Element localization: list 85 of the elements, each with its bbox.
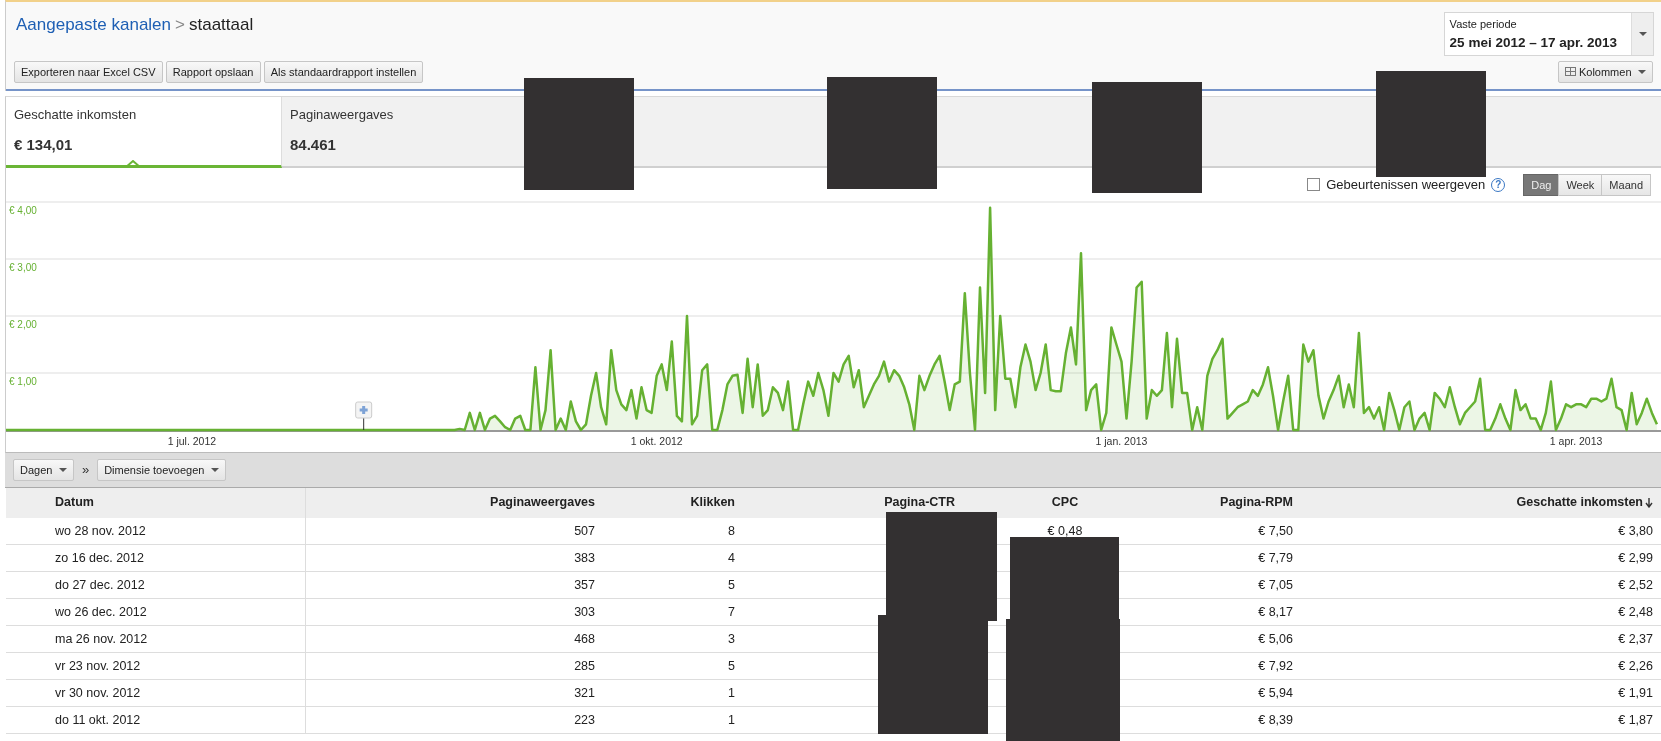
table-cell: 507: [305, 517, 605, 545]
table-cell: € 7,79: [1125, 544, 1303, 572]
column-header[interactable]: Klikken: [605, 487, 745, 518]
x-tick-label: 1 jan. 2013: [1095, 434, 1148, 447]
columns-button[interactable]: Kolommen: [1557, 60, 1653, 83]
metric-tab[interactable]: Geschatte inkomsten € 134,01: [6, 96, 282, 168]
table-cell: € 7,05: [1125, 571, 1303, 599]
table-cell: 5: [605, 571, 745, 599]
caret-icon: [1638, 31, 1647, 36]
table-cell: 285: [305, 652, 605, 680]
date-range-picker[interactable]: Vaste periode 25 mei 2012 – 17 apr. 2013: [1443, 12, 1654, 56]
y-tick-label: € 2,00: [9, 318, 37, 330]
table-cell: € 2,37: [1303, 625, 1661, 653]
action-button[interactable]: Als standaardrapport instellen: [263, 60, 424, 83]
table-cell: € 1,87: [1303, 706, 1661, 734]
checkbox-label: Gebeurtenissen weergeven: [1326, 176, 1486, 194]
table-cell: € 7,92: [1125, 652, 1303, 680]
table-cell: € 1,91: [1303, 679, 1661, 707]
column-header[interactable]: CPC: [1005, 487, 1125, 518]
table-cell: 7: [605, 598, 745, 626]
table-cell: € 2,26: [1303, 652, 1661, 680]
granularity-button[interactable]: Dag: [1523, 173, 1560, 196]
table-cell: € 2,48: [1303, 598, 1661, 626]
action-button[interactable]: Rapport opslaan: [165, 60, 261, 83]
caret-icon: [1638, 69, 1646, 74]
granularity-button[interactable]: Maand: [1601, 173, 1651, 196]
checkbox[interactable]: [1307, 178, 1321, 192]
caret-icon: [210, 467, 219, 472]
table-cell: € 5,94: [1125, 679, 1303, 707]
breadcrumb-separator: >: [175, 14, 185, 36]
table-cell: 223: [305, 706, 605, 734]
column-header[interactable]: Datum: [6, 487, 305, 518]
table-cell: wo 26 dec. 2012: [6, 598, 305, 626]
table-cell: 8: [605, 517, 745, 545]
granularity-button[interactable]: Week: [1558, 173, 1603, 196]
pointer-icon: [126, 159, 140, 168]
metric-value: 84.461: [290, 135, 337, 156]
table-cell: 1: [605, 679, 745, 707]
table-cell: do 27 dec. 2012: [6, 571, 305, 599]
table-cell: do 11 okt. 2012: [6, 706, 305, 734]
table-cell: wo 28 nov. 2012: [6, 517, 305, 545]
table-cell: 4: [605, 544, 745, 572]
table-cell: 5: [605, 652, 745, 680]
metric-label: Paginaweergaves: [290, 105, 395, 124]
metric-tab[interactable]: Paginaweergaves 84.461: [282, 96, 524, 166]
table-cell: 303: [305, 598, 605, 626]
table-cell: vr 23 nov. 2012: [6, 652, 305, 680]
table-cell: zo 16 dec. 2012: [6, 544, 305, 572]
table-cell: 3: [605, 625, 745, 653]
table-cell: € 3,80: [1303, 517, 1661, 545]
page-title: staattaal: [188, 14, 254, 36]
table-cell: € 5,06: [1125, 625, 1303, 653]
table-icon: [1564, 67, 1576, 77]
column-header[interactable]: Paginaweergaves: [305, 487, 605, 518]
date-range: 25 mei 2012 – 17 apr. 2013: [1449, 33, 1617, 52]
table-cell: € 8,17: [1125, 598, 1303, 626]
metric-value: € 134,01: [14, 135, 74, 156]
y-tick-label: € 4,00: [9, 204, 37, 216]
table-cell: € 2,52: [1303, 571, 1661, 599]
x-tick-label: 1 apr. 2013: [1549, 434, 1603, 447]
x-tick-label: 1 okt. 2012: [630, 434, 683, 447]
table-cell: 357: [305, 571, 605, 599]
add-annotation-button[interactable]: [355, 401, 373, 431]
table-cell: 1: [605, 706, 745, 734]
table-cell: € 8,39: [1125, 706, 1303, 734]
breadcrumb-separator: »: [81, 461, 90, 479]
y-tick-label: € 3,00: [9, 261, 37, 273]
period-label: Vaste periode: [1449, 17, 1518, 32]
table-cell: ma 26 nov. 2012: [6, 625, 305, 653]
metric-label: Geschatte inkomsten: [14, 105, 138, 124]
table-cell: 383: [305, 544, 605, 572]
add-dimension-dropdown[interactable]: Dimensie toevoegen: [97, 458, 226, 481]
caret-icon: [58, 467, 67, 472]
breadcrumb-link[interactable]: Aangepaste kanalen: [16, 12, 172, 38]
y-tick-label: € 1,00: [9, 375, 37, 387]
table-cell: vr 30 nov. 2012: [6, 679, 305, 707]
action-button[interactable]: Exporteren naar Excel CSV: [14, 60, 163, 83]
table-cell: € 7,50: [1125, 517, 1303, 545]
column-header[interactable]: Geschatte inkomsten: [1303, 487, 1661, 518]
table-cell: 321: [305, 679, 605, 707]
column-header[interactable]: Pagina-RPM: [1125, 487, 1303, 518]
table-cell: € 2,99: [1303, 544, 1661, 572]
table-cell: 468: [305, 625, 605, 653]
x-tick-label: 1 jul. 2012: [167, 434, 217, 447]
dimension-dropdown[interactable]: Dagen: [13, 458, 74, 481]
